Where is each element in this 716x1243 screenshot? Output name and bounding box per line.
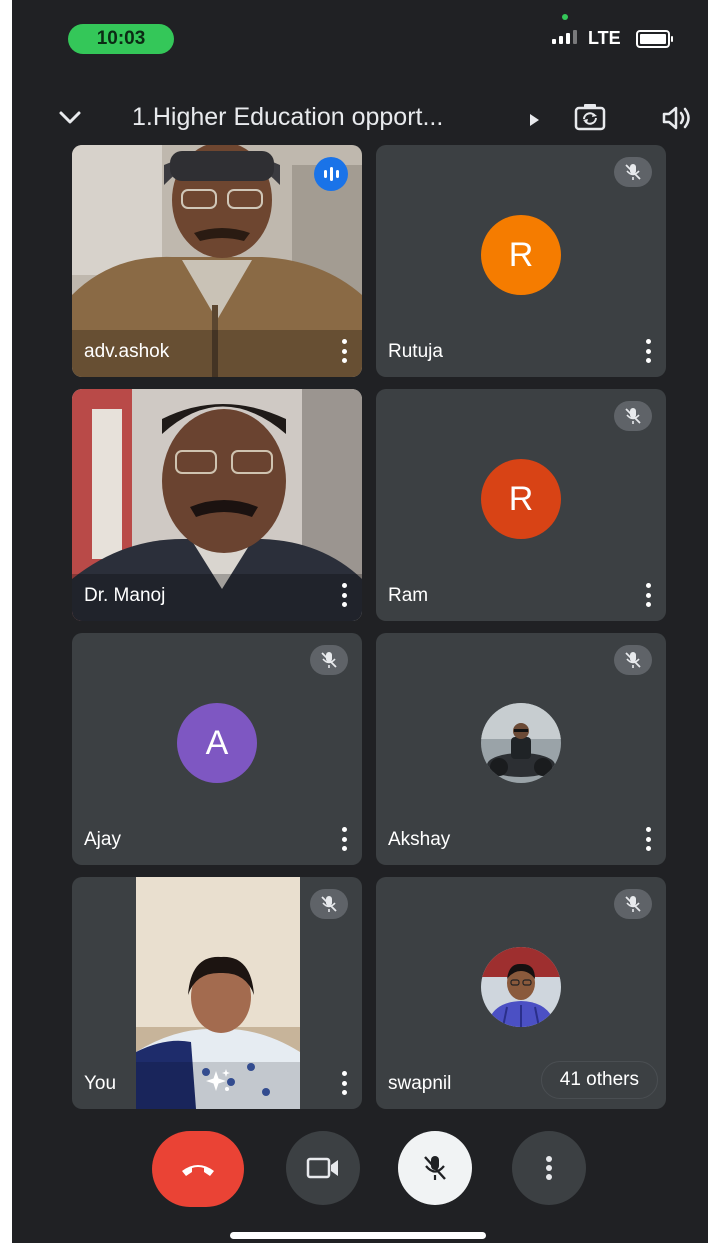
meeting-title[interactable]: 1.Higher Education opport... bbox=[132, 103, 443, 132]
avatar: R bbox=[481, 459, 561, 539]
mic-off-icon bbox=[310, 889, 348, 919]
camera-toggle-button[interactable] bbox=[286, 1131, 360, 1205]
phone-hangup-icon bbox=[182, 1165, 214, 1176]
speaking-indicator-icon bbox=[314, 157, 348, 191]
privacy-indicator-icon bbox=[562, 14, 568, 20]
signal-strength-icon bbox=[552, 30, 577, 44]
more-options-icon[interactable] bbox=[646, 827, 652, 851]
participant-name: Ajay bbox=[84, 829, 121, 850]
battery-icon bbox=[636, 30, 673, 48]
more-options-icon[interactable] bbox=[342, 339, 348, 363]
microphone-toggle-button[interactable] bbox=[398, 1131, 472, 1205]
video-camera-icon bbox=[306, 1157, 338, 1179]
self-tile[interactable]: You bbox=[72, 877, 362, 1109]
chevron-down-icon[interactable] bbox=[56, 104, 84, 132]
others-count-button[interactable]: 41 others bbox=[540, 1061, 658, 1099]
mic-off-icon bbox=[310, 645, 348, 675]
more-vertical-icon bbox=[546, 1156, 552, 1180]
participant-tile[interactable]: Dr. Manoj bbox=[72, 389, 362, 621]
meeting-details-arrow-icon[interactable] bbox=[530, 114, 539, 126]
participant-name: Rutuja bbox=[388, 341, 443, 362]
mic-off-icon bbox=[614, 645, 652, 675]
avatar: R bbox=[481, 215, 561, 295]
participant-tile[interactable]: R Rutuja bbox=[376, 145, 666, 377]
avatar bbox=[481, 947, 561, 1027]
participant-name: swapnil bbox=[388, 1073, 452, 1094]
participant-name: Ram bbox=[388, 585, 429, 606]
meeting-header: 1.Higher Education opport... bbox=[12, 96, 708, 140]
participant-tile[interactable]: R Ram bbox=[376, 389, 666, 621]
participant-tile[interactable]: adv.ashok bbox=[72, 145, 362, 377]
meet-call-screen: 10:03 LTE 1.Higher Education opport... a… bbox=[12, 0, 708, 1243]
home-indicator[interactable] bbox=[230, 1232, 486, 1239]
participant-tile[interactable]: swapnil 41 others bbox=[376, 877, 666, 1109]
mic-off-icon bbox=[424, 1156, 446, 1180]
speaker-icon[interactable] bbox=[662, 104, 692, 132]
more-options-icon[interactable] bbox=[342, 827, 348, 851]
more-options-icon[interactable] bbox=[342, 1071, 348, 1095]
participant-name: Dr. Manoj bbox=[84, 585, 166, 606]
more-options-button[interactable] bbox=[512, 1131, 586, 1205]
mic-off-icon bbox=[614, 157, 652, 187]
participant-name: Akshay bbox=[388, 829, 451, 850]
participant-tile[interactable]: Akshay bbox=[376, 633, 666, 865]
effects-sparkle-icon[interactable] bbox=[204, 1067, 232, 1095]
mic-off-icon bbox=[614, 401, 652, 431]
network-type: LTE bbox=[588, 28, 621, 48]
avatar bbox=[481, 703, 561, 783]
participant-tile[interactable]: A Ajay bbox=[72, 633, 362, 865]
participant-name: adv.ashok bbox=[84, 341, 170, 362]
more-options-icon[interactable] bbox=[646, 583, 652, 607]
participant-name: You bbox=[84, 1073, 117, 1094]
switch-camera-icon[interactable] bbox=[574, 102, 606, 132]
more-options-icon[interactable] bbox=[342, 583, 348, 607]
avatar: A bbox=[177, 703, 257, 783]
mic-off-icon bbox=[614, 889, 652, 919]
status-time: 10:03 bbox=[68, 24, 174, 54]
end-call-button[interactable] bbox=[152, 1131, 244, 1207]
more-options-icon[interactable] bbox=[646, 339, 652, 363]
